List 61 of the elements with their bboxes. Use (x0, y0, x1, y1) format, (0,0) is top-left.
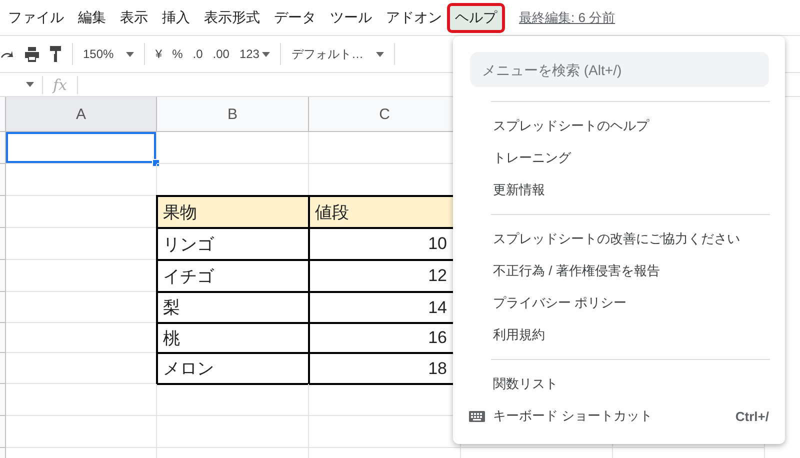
row-header[interactable] (0, 384, 6, 416)
menu-item[interactable]: 不正行為 / 著作権侵害を報告 (453, 255, 785, 287)
grid-cell[interactable] (6, 416, 157, 448)
number-format-dropdown[interactable]: 123 (239, 47, 270, 61)
menu-item[interactable]: データ (268, 4, 322, 30)
corner-header[interactable] (0, 97, 6, 132)
row-header[interactable] (0, 416, 6, 448)
grid-cell[interactable] (157, 416, 309, 448)
caret-icon (262, 52, 270, 56)
row-header[interactable] (0, 260, 6, 292)
caret-icon (26, 82, 34, 87)
menu-item[interactable]: トレーニング (453, 142, 785, 174)
table-cell: イチゴ (157, 260, 309, 292)
keyboard-icon (469, 410, 485, 422)
menu-item[interactable]: プライバシー ポリシー (453, 287, 785, 319)
grid-cell[interactable] (6, 132, 157, 164)
font-dropdown[interactable]: デフォルト… (291, 46, 384, 62)
print-icon[interactable] (24, 46, 40, 62)
menu-item[interactable]: 利用規約 (453, 319, 785, 351)
menu-item[interactable]: ヘルプ (447, 2, 505, 32)
zoom-dropdown[interactable]: 150% (83, 47, 134, 61)
caret-icon (376, 52, 384, 56)
fill-handle[interactable] (152, 159, 160, 167)
paint-format-icon[interactable] (50, 46, 62, 62)
table-cell: 梨 (157, 292, 309, 323)
column-header[interactable]: B (157, 97, 309, 132)
table-cell: メロン (157, 353, 309, 384)
table-cell: 桃 (157, 323, 309, 353)
grid-cell[interactable] (6, 384, 157, 416)
row-header[interactable] (0, 292, 6, 323)
row-header[interactable] (0, 353, 6, 384)
row-header[interactable] (0, 132, 6, 164)
grid-cell[interactable] (6, 164, 157, 196)
last-edit-link[interactable]: 最終編集: 6 分前 (519, 8, 616, 26)
decimal-increase-button[interactable]: .00 (212, 47, 230, 61)
menu-item[interactable]: アドオン (380, 4, 448, 30)
redo-icon[interactable] (0, 49, 14, 59)
menu-item[interactable]: キーボード ショートカット Ctrl+/ (453, 400, 785, 432)
table-cell: リンゴ (157, 228, 309, 260)
caret-icon (126, 52, 134, 56)
menu-item[interactable]: 編集 (72, 4, 112, 30)
decimal-decrease-button[interactable]: .0 (192, 47, 203, 61)
grid-cell[interactable] (157, 132, 309, 164)
fx-label: fx (42, 76, 78, 94)
currency-button[interactable]: ¥ (155, 47, 162, 61)
column-header[interactable]: A (6, 97, 157, 132)
menu-item[interactable]: 表示 (114, 4, 154, 30)
row-header[interactable] (0, 164, 6, 196)
table-cell: 果物 (157, 196, 309, 228)
row-header[interactable] (0, 196, 6, 228)
menu-item[interactable]: 関数リスト (453, 368, 785, 400)
menu-item[interactable]: ツール (324, 4, 378, 30)
menu-item[interactable]: ファイル (2, 4, 70, 30)
menu-item[interactable]: 挿入 (156, 4, 196, 30)
row-header[interactable] (0, 228, 6, 260)
row-header[interactable] (0, 323, 6, 353)
menu-item[interactable]: 表示形式 (198, 4, 266, 30)
shortcut-label: Ctrl+/ (735, 408, 769, 424)
grid-cell[interactable] (157, 384, 309, 416)
percent-button[interactable]: % (172, 47, 183, 61)
menu-search-field[interactable]: メニューを検索 (Alt+/) (470, 52, 769, 87)
